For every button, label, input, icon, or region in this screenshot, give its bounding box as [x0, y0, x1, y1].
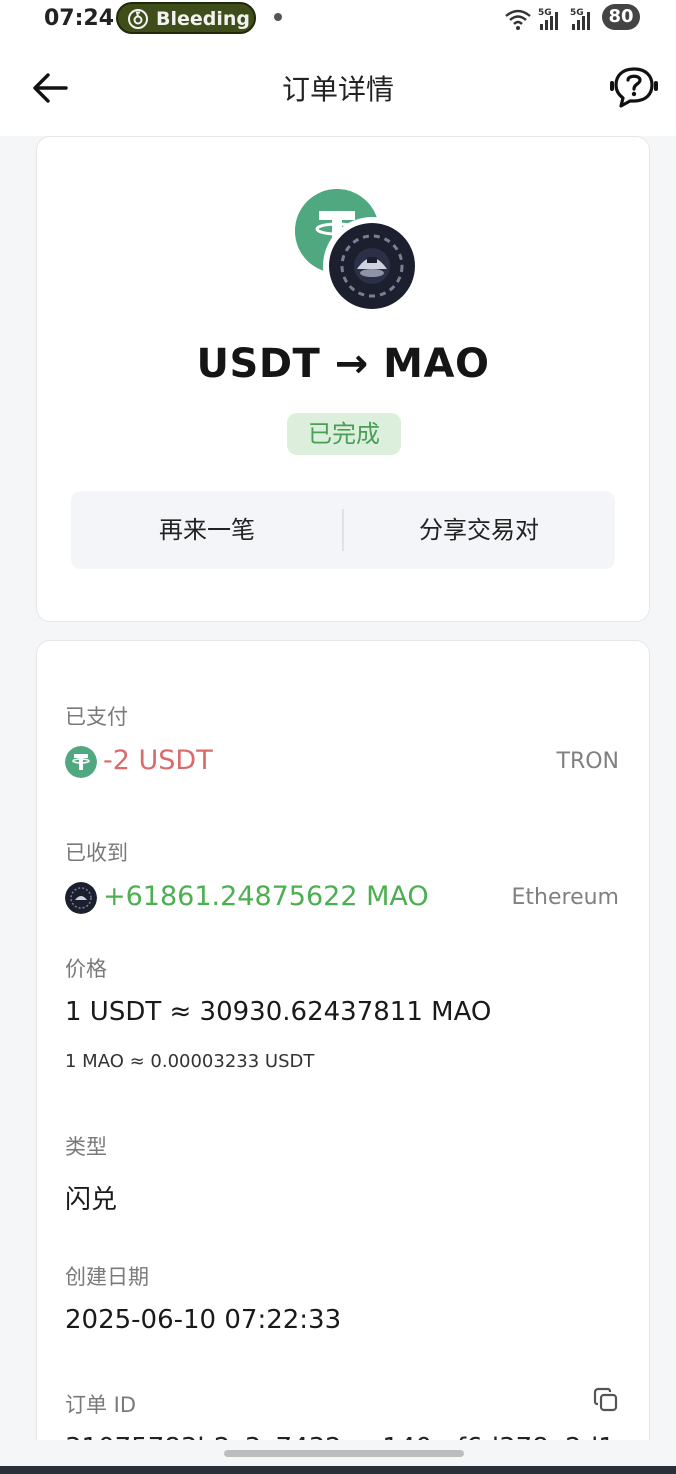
wifi-icon — [505, 9, 531, 30]
price-secondary: 1 MAO ≈ 0.00003233 USDT — [65, 1051, 315, 1072]
order-detail-card: 已支付 -2 USDT TRON 已收到 +61861.24875622 MAO… — [36, 640, 650, 1463]
mao-token-icon — [323, 217, 421, 315]
type-value: 闪兑 — [65, 1185, 118, 1215]
activity-pill[interactable]: Bleeding — [116, 2, 256, 34]
connectivity-icons: 5G 5G — [505, 8, 590, 30]
activity-label: Bleeding — [156, 8, 251, 30]
copy-icon[interactable] — [593, 1387, 619, 1413]
help-chat-icon[interactable] — [608, 64, 660, 110]
netease-music-icon — [128, 9, 148, 29]
usdt-small-icon — [65, 746, 97, 778]
created-date-label: 创建日期 — [65, 1265, 149, 1289]
action-bar: 再来一笔 分享交易对 — [71, 491, 615, 569]
battery-indicator: 80 — [602, 4, 640, 30]
price-primary: 1 USDT ≈ 30930.62437811 MAO — [65, 997, 492, 1027]
order-id-label: 订单 ID — [65, 1393, 137, 1417]
app-header: 订单详情 — [0, 40, 676, 136]
status-badge: 已完成 — [287, 413, 401, 455]
type-label: 类型 — [65, 1135, 107, 1159]
status-time: 07:24 — [44, 6, 115, 31]
network-badge-1: 5G — [538, 8, 552, 18]
received-network: Ethereum — [511, 885, 619, 910]
received-amount: +61861.24875622 MAO — [103, 881, 429, 912]
trade-pair-title: USDT → MAO — [196, 341, 490, 387]
mao-small-icon — [65, 882, 97, 914]
trade-again-button[interactable]: 再来一笔 — [71, 491, 343, 569]
status-bar: 07:24 Bleeding 5G 5G 80 — [0, 0, 676, 40]
created-date-value: 2025-06-10 07:22:33 — [65, 1305, 342, 1335]
navigation-strip — [0, 1466, 676, 1474]
share-pair-button[interactable]: 分享交易对 — [343, 491, 615, 569]
received-label: 已收到 — [65, 841, 128, 865]
order-summary-card: USDT → MAO 已完成 再来一笔 分享交易对 — [36, 136, 650, 622]
notification-dot — [274, 13, 282, 21]
paid-label: 已支付 — [65, 705, 128, 729]
paid-amount: -2 USDT — [103, 745, 213, 776]
page-title: 订单详情 — [281, 73, 394, 106]
paid-network: TRON — [556, 749, 620, 774]
price-label: 价格 — [65, 957, 107, 981]
network-badge-2: 5G — [570, 8, 584, 18]
home-indicator[interactable] — [224, 1450, 464, 1457]
